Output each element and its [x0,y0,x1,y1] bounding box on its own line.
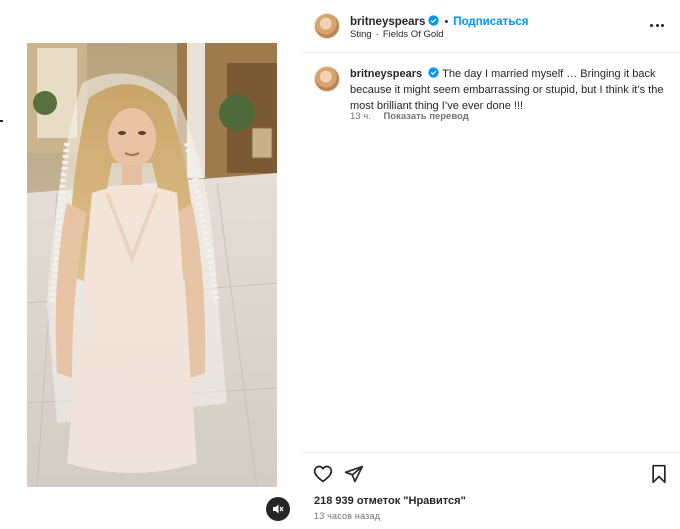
mute-button[interactable] [266,497,290,521]
verified-badge-icon [428,67,439,78]
edge-marker [0,120,3,122]
speaker-muted-icon [273,504,284,514]
more-options-button[interactable] [647,16,667,34]
caption: britneyspears The day I married myself … … [350,66,664,114]
action-bar: 218 939 отметок "Нравится" 13 часов наза… [302,452,680,529]
likes-count[interactable]: 218 939 отметок "Нравится" [314,495,466,507]
post-video[interactable] [27,43,277,487]
follow-button[interactable]: Подписаться [453,16,528,28]
header-user-line: britneyspears • Подписаться [350,12,529,30]
verified-badge-icon [428,15,440,26]
media-pane [0,0,303,528]
paper-plane-icon [344,465,364,483]
share-button[interactable] [344,464,364,489]
caption-username[interactable]: britneyspears [350,68,422,80]
heart-icon [313,465,333,483]
audio-artist[interactable]: Sting [350,29,372,40]
bookmark-icon [652,464,666,484]
dot-separator: • [444,16,449,28]
audio-track[interactable]: Fields Of Gold [383,29,444,40]
audio-separator: · [375,29,379,40]
audio-line[interactable]: Sting · Fields Of Gold [350,29,444,40]
header-username[interactable]: britneyspears [350,16,425,28]
more-options-icon-dot [660,23,664,27]
video-frame-illustration [27,43,277,487]
post-time-ago[interactable]: 13 часов назад [314,511,380,521]
post-side-panel: britneyspears • Подписаться Sting · Fields O… [302,0,680,528]
caption-avatar[interactable] [314,66,340,92]
show-translation-button[interactable]: Показать перевод [383,111,468,122]
post-header: britneyspears • Подписаться Sting · Fields O… [302,0,680,53]
more-options-icon-dot [650,23,654,27]
caption-meta: 13 ч. Показать перевод [350,111,469,122]
caption-time[interactable]: 13 ч. [350,111,371,122]
save-button[interactable] [650,464,668,489]
more-options-icon-dot [655,23,659,27]
like-button[interactable] [313,464,333,489]
avatar[interactable] [314,13,340,39]
